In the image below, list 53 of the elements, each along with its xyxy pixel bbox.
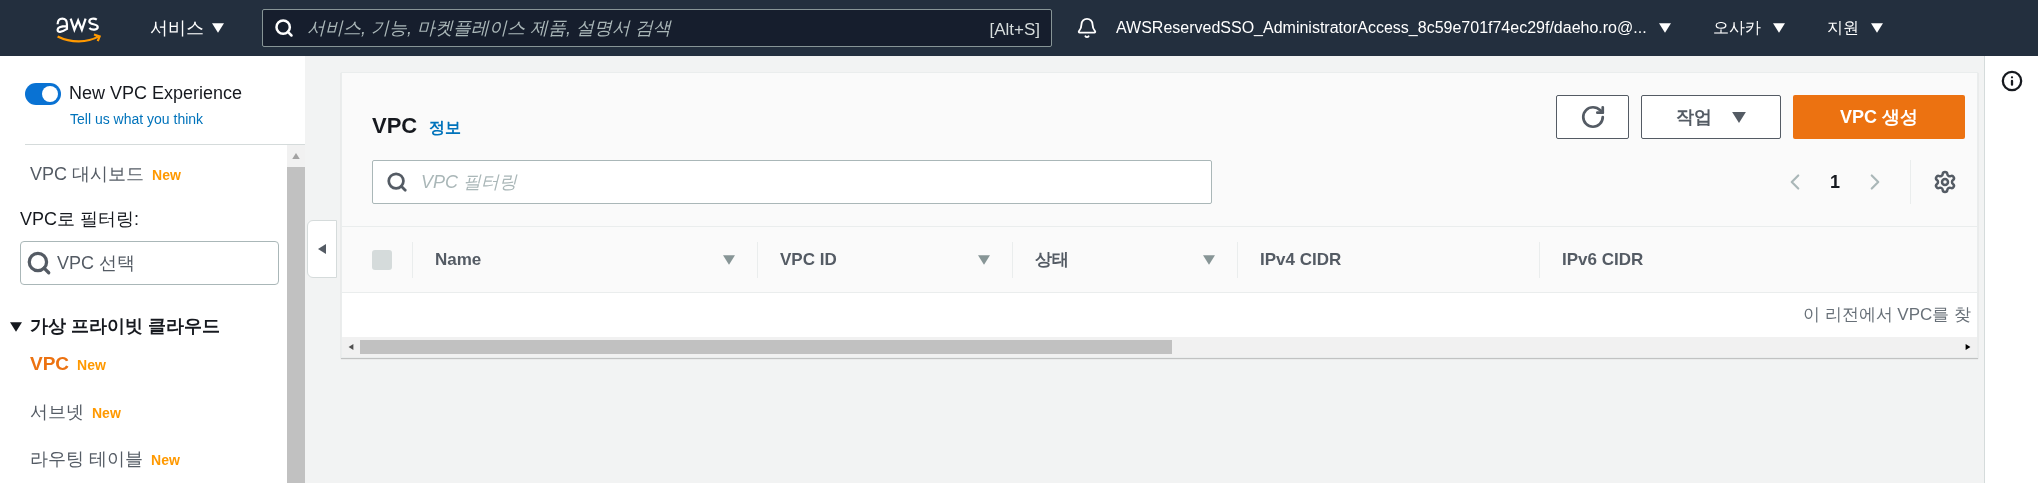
column-header[interactable]: VPC ID — [780, 246, 978, 273]
column-header[interactable]: 상태 — [1035, 246, 1203, 273]
new-label: New — [151, 450, 180, 470]
sort-icon — [978, 254, 990, 265]
search-icon — [386, 171, 408, 193]
new-label: New — [152, 166, 181, 185]
horizontal-scrollbar[interactable] — [342, 337, 1977, 357]
caret-icon — [1870, 23, 1883, 33]
sort-icon — [723, 254, 735, 265]
nav-link[interactable]: 라우팅 테이블 — [30, 445, 143, 473]
caret-icon — [212, 23, 224, 33]
new-label: New — [92, 403, 121, 423]
empty-table-message: 이 리전에서 VPC를 찾 — [1802, 304, 1971, 327]
shortcut-hint: [Alt+S] — [989, 19, 1040, 41]
collapse-handle[interactable] — [307, 220, 337, 278]
services-menu[interactable]: 서비스 — [150, 14, 224, 42]
region-menu[interactable]: 오사카 — [1712, 16, 1785, 40]
select-all-checkbox[interactable] — [372, 249, 392, 270]
vpc-select-field[interactable]: VPC 선택 — [20, 241, 279, 285]
nav-link[interactable]: VPC 대시보드 — [30, 161, 144, 188]
column-header[interactable]: Name — [435, 246, 723, 273]
nav-link[interactable]: 서브넷 — [30, 398, 84, 426]
settings-icon[interactable] — [1933, 170, 1957, 194]
scroll-right-icon — [1963, 344, 1973, 350]
new-label: New — [77, 356, 106, 375]
search-icon — [26, 250, 52, 276]
search-icon — [274, 18, 294, 38]
support-menu[interactable]: 지원 — [1826, 16, 1883, 40]
panel-title: VPC — [372, 112, 418, 140]
scrollbar[interactable] — [287, 145, 305, 483]
column-header[interactable]: IPv4 CIDR — [1260, 246, 1517, 273]
caret-icon — [1658, 23, 1671, 33]
section-heading[interactable]: 가상 프라이빗 클라우드 — [30, 313, 220, 340]
page-number[interactable]: 1 — [1830, 168, 1840, 196]
filter-label: VPC로 필터링: — [20, 208, 140, 231]
column-header[interactable]: IPv6 CIDR — [1562, 246, 1777, 273]
feedback-link[interactable]: Tell us what you think — [70, 109, 305, 130]
bell-icon[interactable] — [1076, 17, 1098, 39]
refresh-icon — [1579, 104, 1606, 130]
actions-button[interactable]: 작업 — [1641, 95, 1781, 139]
info-link[interactable]: 정보 — [429, 116, 462, 140]
scroll-left-icon — [346, 344, 356, 350]
toggle-label: New VPC Experience — [69, 82, 243, 105]
caret-icon — [1732, 111, 1746, 123]
refresh-button[interactable] — [1556, 95, 1629, 139]
account-menu[interactable]: AWSReservedSSO_AdministratorAccess_8c59e701f74ec29f/daeho.ro@... — [1116, 16, 1671, 40]
expand-caret-icon — [10, 321, 22, 332]
caret-icon — [1772, 23, 1785, 33]
filter-field[interactable]: VPC 필터링 — [372, 160, 1212, 204]
scroll-up-icon — [291, 153, 301, 159]
info-icon[interactable] — [2000, 70, 2023, 92]
sort-icon — [1203, 254, 1215, 265]
toggle-switch[interactable] — [25, 82, 61, 105]
